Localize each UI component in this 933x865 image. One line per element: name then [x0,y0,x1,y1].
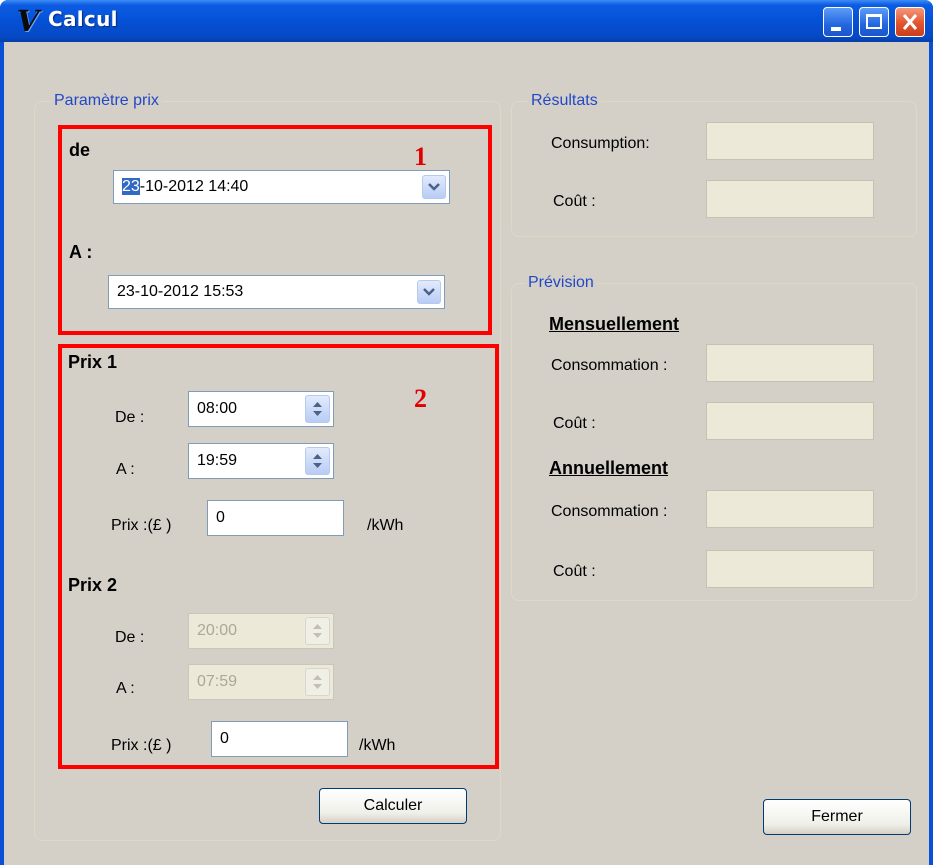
mensuel-cout-field [706,402,874,440]
app-logo-icon: V [16,4,40,38]
maximize-icon [866,14,882,29]
parametre-prix-legend: Paramètre prix [51,91,162,111]
annuel-cout-field [706,550,874,588]
calculer-button[interactable]: Calculer [319,788,467,824]
cout-result-field [706,180,874,218]
resultats-legend: Résultats [528,91,601,111]
annuel-consommation-label: Consommation : [551,503,668,520]
annotation-box-2 [58,344,499,769]
mensuel-cout-label: Coût : [553,415,596,432]
calcul-window: V Calcul Paramètre prix de 23-10-2012 14… [0,0,933,865]
annotation-label-1: 1 [414,142,427,171]
close-button[interactable] [895,7,925,37]
annotation-label-2: 2 [414,384,427,413]
mensuel-consommation-field [706,344,874,382]
fermer-button[interactable]: Fermer [763,799,911,835]
annuellement-heading: Annuellement [549,458,669,478]
resultats-cout-label: Coût : [553,193,596,210]
window-title: Calcul [48,7,118,31]
close-icon [902,14,918,30]
consumption-label: Consumption: [551,135,650,152]
consumption-result-field [706,122,874,160]
minimize-button[interactable] [823,7,853,37]
annuel-consommation-field [706,490,874,528]
window-client-area: Paramètre prix de 23-10-2012 14:40 A : 2… [4,42,929,865]
annuel-cout-label: Coût : [553,563,596,580]
minimize-icon [831,27,841,31]
prevision-legend: Prévision [525,273,597,293]
title-bar[interactable]: V Calcul [0,0,933,42]
maximize-button[interactable] [859,7,889,37]
mensuel-consommation-label: Consommation : [551,357,668,374]
mensuellement-heading: Mensuellement [549,314,680,334]
